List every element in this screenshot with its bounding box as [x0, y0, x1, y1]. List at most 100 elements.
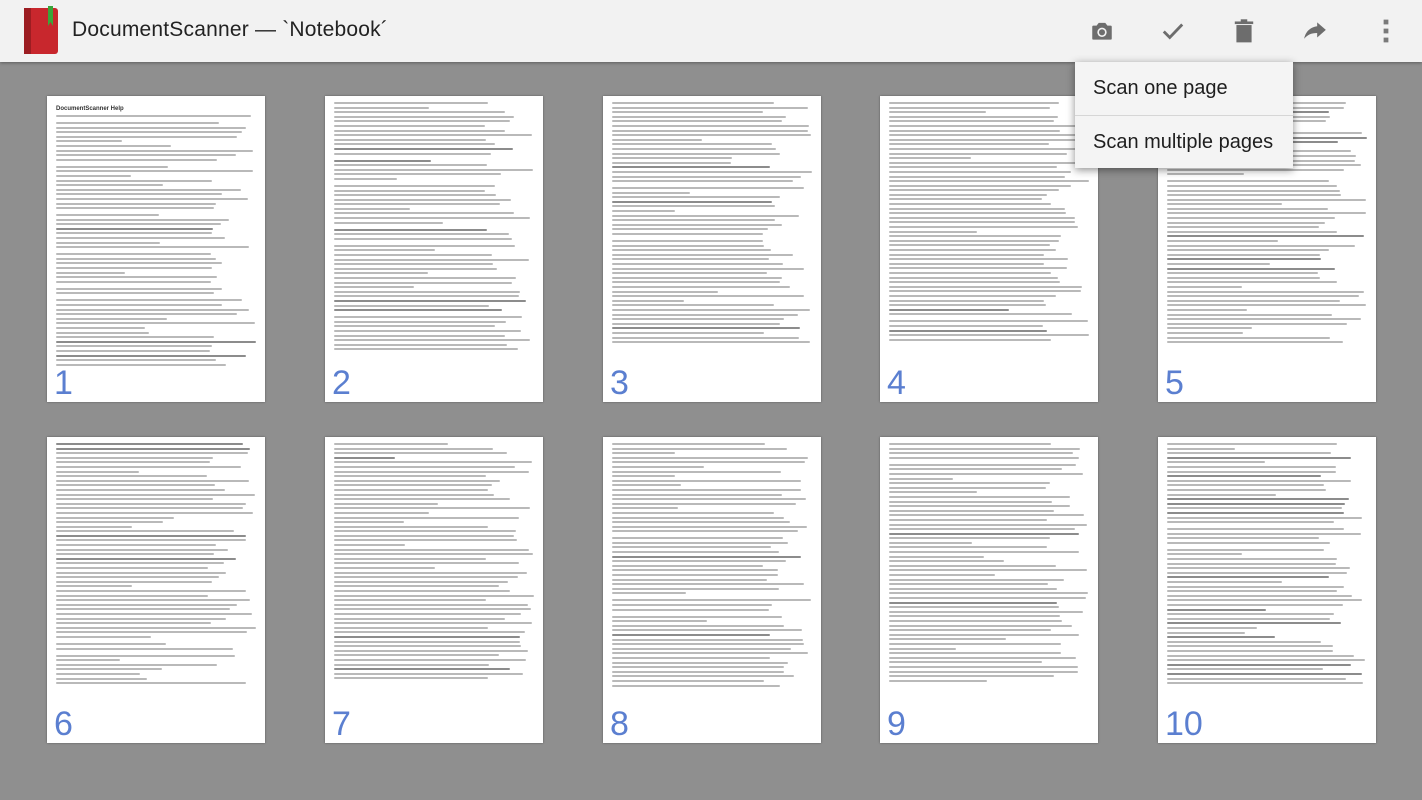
text-line	[612, 541, 789, 544]
text-line	[56, 140, 122, 143]
text-line	[1167, 249, 1330, 252]
text-line	[1167, 221, 1325, 224]
text-line	[334, 309, 503, 312]
page-thumbnail[interactable]: 3	[603, 96, 821, 402]
text-line	[334, 663, 490, 666]
page-thumbnail[interactable]: DocumentScanner Help 1	[47, 96, 265, 402]
text-line	[1167, 276, 1321, 279]
text-line	[612, 214, 799, 217]
text-line	[1167, 465, 1337, 468]
text-line	[612, 633, 770, 636]
text-line	[612, 196, 780, 199]
text-line	[334, 502, 439, 505]
text-line	[334, 207, 410, 210]
text-line	[612, 318, 784, 321]
text-line	[612, 493, 783, 496]
text-line	[612, 295, 805, 298]
text-line	[334, 612, 522, 615]
page-thumbnail[interactable]: 2	[325, 96, 543, 402]
text-line	[56, 131, 242, 134]
text-line	[612, 249, 772, 252]
text-line	[1167, 617, 1331, 620]
share-button[interactable]	[1296, 12, 1334, 50]
text-line	[889, 587, 1058, 590]
text-line	[889, 578, 1065, 581]
text-line	[1167, 240, 1278, 243]
text-line	[334, 339, 530, 342]
text-line	[889, 334, 1089, 337]
text-line	[889, 230, 978, 233]
text-line	[334, 343, 508, 346]
text-line	[334, 168, 534, 171]
text-line	[612, 443, 766, 445]
text-line	[889, 482, 1051, 485]
text-line	[334, 649, 528, 652]
text-line	[612, 456, 808, 459]
text-line	[612, 661, 789, 664]
text-line	[56, 170, 253, 173]
text-line	[612, 647, 792, 650]
text-line	[1167, 180, 1330, 183]
text-line	[889, 157, 972, 160]
delete-button[interactable]	[1225, 12, 1263, 50]
text-line	[1167, 230, 1338, 233]
text-line	[889, 253, 1045, 256]
text-line	[1167, 521, 1335, 524]
text-line	[889, 661, 1043, 664]
camera-button[interactable]	[1083, 12, 1121, 50]
overflow-menu-button[interactable]	[1367, 12, 1405, 50]
text-line	[56, 571, 226, 574]
text-line	[612, 341, 811, 344]
red-notebook-icon	[24, 6, 58, 54]
menu-item-scan-one-page[interactable]: Scan one page	[1075, 62, 1293, 115]
menu-item-scan-multiple-pages[interactable]: Scan multiple pages	[1075, 115, 1293, 168]
text-line	[1167, 604, 1343, 606]
page-thumbnail[interactable]: 7	[325, 437, 543, 743]
page-thumbnail[interactable]: 9	[880, 437, 1098, 743]
text-line	[334, 475, 486, 478]
text-line	[889, 152, 1068, 155]
text-line	[56, 262, 223, 265]
text-line	[889, 281, 1060, 284]
text-line	[56, 456, 214, 459]
text-line	[334, 120, 510, 123]
overflow-menu-icon	[1383, 19, 1389, 43]
text-line	[334, 571, 527, 574]
text-line	[889, 147, 1089, 150]
text-line	[334, 534, 515, 537]
page-content	[1167, 443, 1368, 687]
page-thumbnail[interactable]: 6	[47, 437, 265, 743]
page-thumbnail[interactable]: 10	[1158, 437, 1376, 743]
text-line	[56, 659, 121, 662]
text-line	[56, 672, 140, 675]
text-line	[612, 679, 765, 682]
text-line	[56, 184, 164, 187]
text-line	[612, 322, 780, 325]
text-line	[889, 161, 1086, 164]
text-line	[334, 493, 494, 496]
text-line	[612, 228, 769, 231]
text-line	[612, 470, 782, 473]
page-thumbnail[interactable]: 8	[603, 437, 821, 743]
text-line	[56, 223, 221, 226]
select-button[interactable]	[1154, 12, 1192, 50]
text-line	[334, 111, 505, 114]
text-line	[612, 138, 702, 141]
text-line	[1167, 677, 1346, 680]
text-line	[889, 313, 1072, 316]
text-line	[612, 267, 805, 270]
text-line	[334, 562, 519, 565]
text-line	[334, 599, 487, 602]
text-line	[1167, 608, 1266, 611]
text-line	[1167, 567, 1351, 570]
text-line	[334, 539, 518, 542]
text-line	[612, 272, 767, 275]
text-line	[56, 276, 217, 279]
page-thumbnail[interactable]: 4	[880, 96, 1098, 402]
page-number: 9	[887, 705, 906, 743]
text-line	[56, 484, 215, 487]
text-line	[889, 198, 1042, 201]
text-line	[56, 567, 209, 570]
text-line	[1167, 640, 1321, 643]
text-line	[56, 544, 217, 547]
